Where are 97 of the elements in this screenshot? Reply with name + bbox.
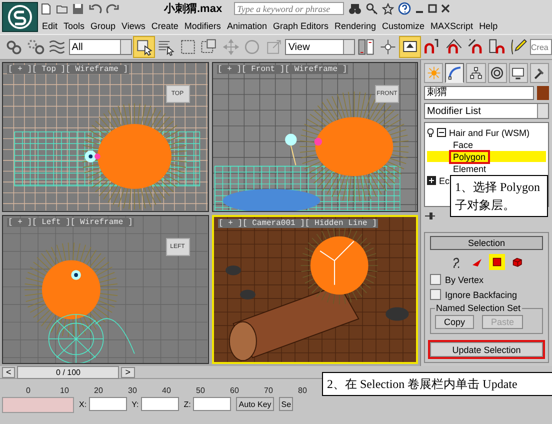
new-file-icon[interactable] [40, 2, 52, 14]
menu-item[interactable]: Modifiers [184, 20, 221, 30]
sun-icon [426, 66, 441, 80]
triangle-icon [470, 256, 482, 268]
folder-icon[interactable] [56, 2, 68, 14]
motion-icon [490, 66, 504, 80]
viewport-label[interactable]: [ + ][ Front ][ Wireframe ] [216, 65, 348, 74]
previous-frame-button[interactable]: < [2, 366, 16, 378]
mirror-icon [356, 37, 376, 57]
coordinate-label: X: [79, 400, 87, 408]
dropdown[interactable]: View [285, 39, 355, 55]
menu-item[interactable]: Edit [42, 20, 58, 30]
checkbox-label: Ignore Backfacing [445, 290, 518, 300]
frame-tick-label: 60 [230, 386, 240, 395]
named-selection-field[interactable]: Crea [530, 39, 552, 55]
auto-key-button[interactable]: Auto Key [236, 397, 274, 411]
coordinate-field[interactable] [88, 397, 127, 411]
maximize-icon[interactable] [428, 4, 438, 14]
coordinate-field[interactable] [140, 397, 179, 411]
frame-tick-label: 30 [128, 386, 138, 395]
collapse-icon[interactable] [437, 128, 446, 137]
panel-tab[interactable] [466, 63, 486, 83]
next-frame-button[interactable]: > [121, 366, 135, 378]
hierarchy-icon [468, 66, 483, 80]
pencil-icon [508, 37, 529, 57]
unlink-icon [26, 37, 46, 57]
object-name-field[interactable]: 刺猬 [424, 86, 534, 100]
expand-icon[interactable] [427, 176, 436, 185]
hammer-icon [532, 66, 546, 80]
frame-tick-label: 50 [196, 386, 206, 395]
panel-tab[interactable] [508, 63, 528, 83]
stack-item[interactable]: Ec [439, 176, 450, 186]
dropdown[interactable]: All [68, 39, 132, 55]
toolbar-button[interactable] [399, 36, 422, 58]
viewport-label[interactable]: [ + ][ Top ][ Wireframe ] [7, 65, 130, 74]
modifier-list-dropdown[interactable]: Modifier List [424, 103, 549, 119]
update-selection-button[interactable]: Update Selection [430, 342, 543, 357]
help-icon[interactable] [398, 2, 412, 15]
time-slider-thumb[interactable]: 0 / 100 [17, 366, 120, 378]
menu-item[interactable]: Customize [382, 20, 425, 30]
move-icon [220, 37, 241, 57]
menu-item[interactable]: MAXScript [430, 20, 474, 30]
toolbar-button[interactable] [132, 36, 155, 58]
window-title: 小刺猬.max [164, 2, 222, 16]
object-color-swatch[interactable] [537, 86, 549, 100]
subobject-button[interactable] [488, 254, 504, 270]
coordinate-label: Z: [184, 400, 191, 408]
annotation-callout: 2、在 Selection 卷展栏内单击 Update [322, 372, 552, 396]
prompt-field [2, 397, 74, 413]
app-logo[interactable] [2, 2, 38, 32]
menu-item[interactable]: Group [90, 20, 116, 30]
stack-subitem[interactable]: Face [427, 139, 546, 150]
menu-item[interactable]: Animation [226, 20, 267, 30]
frame-tick-label: 10 [60, 386, 70, 395]
set-key-button[interactable]: Se [279, 397, 294, 411]
frame-tick-label: 80 [298, 386, 308, 395]
star-icon[interactable] [382, 2, 394, 14]
binoculars-icon[interactable] [348, 2, 362, 14]
frame-tick-label: 40 [162, 386, 172, 395]
menu-item[interactable]: Help [479, 20, 498, 30]
annotation-callout: 1、选择 Polygon 子对象层。 [450, 175, 548, 217]
stack-subitem[interactable]: Element [427, 163, 546, 174]
pivot-icon [378, 37, 398, 57]
checkbox[interactable] [430, 289, 441, 300]
checkbox[interactable] [430, 274, 441, 285]
set-button[interactable]: Copy [435, 315, 474, 329]
menu-item[interactable]: Views [122, 20, 146, 30]
square-icon [490, 256, 502, 268]
key-icon[interactable] [366, 2, 378, 14]
save-icon[interactable] [72, 2, 84, 14]
frame-tick-label: 0 [26, 386, 32, 395]
panel-tab[interactable] [530, 63, 550, 83]
display-icon [511, 66, 526, 80]
panel-tab[interactable] [488, 63, 507, 83]
stack-item[interactable]: Hair and Fur (WSM) [449, 128, 530, 138]
frame-tick-label: 20 [94, 386, 104, 395]
search-field[interactable]: Type a keyword or phrase [234, 2, 344, 15]
undo-icon[interactable] [88, 2, 102, 14]
redo-icon[interactable] [106, 2, 120, 14]
menu-item[interactable]: Graph Editors [272, 20, 328, 30]
group-title: Named Selection Set [435, 303, 522, 313]
menu-item[interactable]: Create [151, 20, 178, 30]
close-icon[interactable] [441, 4, 450, 14]
coordinate-label: Y: [132, 400, 139, 408]
pin-icon[interactable] [424, 211, 436, 222]
menu-item[interactable]: Tools [64, 20, 85, 30]
curve-icon [448, 66, 462, 80]
cube-icon [510, 256, 522, 268]
viewport[interactable]: [ + ][ Camera001 ][ Hidden Line ] [212, 214, 418, 364]
coordinate-field[interactable] [192, 397, 231, 411]
menu-item[interactable]: Rendering [334, 20, 376, 30]
frame-tick-label: 70 [264, 386, 274, 395]
logo-icon [7, 4, 33, 30]
checkbox-label: By Vertex [445, 274, 484, 284]
light-bulb-icon[interactable] [427, 128, 434, 137]
stack-subitem[interactable]: Polygon [427, 151, 546, 162]
rollout-title[interactable]: Selection [430, 236, 543, 250]
